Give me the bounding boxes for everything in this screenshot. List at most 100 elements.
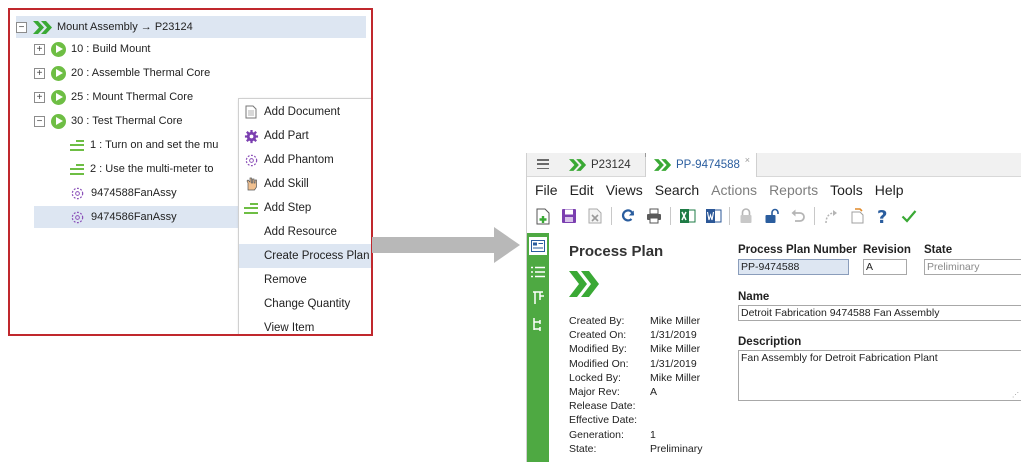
close-tab-icon[interactable]: × bbox=[745, 155, 750, 165]
menu-item-add-resource[interactable]: Add Resource bbox=[239, 220, 371, 244]
excel-export-icon[interactable] bbox=[677, 206, 697, 226]
meta-modified-by: Modified By: Mike Miller bbox=[569, 343, 701, 356]
form-title: Process Plan bbox=[569, 243, 664, 260]
menu-item-add-part[interactable]: Add Part bbox=[239, 124, 371, 148]
operation-label: 20 : Assemble Thermal Core bbox=[71, 67, 211, 79]
phantom-label: 9474586FanAssy bbox=[91, 211, 177, 223]
tree-root-label: Mount Assembly → P23124 bbox=[57, 21, 193, 33]
tab-pp-9474588[interactable]: PP-9474588 × bbox=[645, 153, 757, 177]
collapse-toggle[interactable]: − bbox=[16, 21, 27, 33]
menu-item-add-document[interactable]: Add Document bbox=[239, 100, 371, 124]
tree-operation-row[interactable]: − 30 : Test Thermal Core bbox=[34, 110, 182, 132]
menu-help[interactable]: Help bbox=[875, 182, 904, 198]
state-field[interactable]: Preliminary bbox=[924, 259, 1021, 275]
tree-phantom-row[interactable]: 9474588FanAssy bbox=[70, 182, 177, 204]
tab-label: PP-9474588 bbox=[676, 159, 740, 171]
structure-view-icon[interactable] bbox=[529, 315, 547, 333]
meta-created-by: Created By: Mike Miller bbox=[569, 315, 701, 327]
claim-icon[interactable] bbox=[847, 206, 867, 226]
menu-actions[interactable]: Actions bbox=[711, 182, 757, 198]
pin-corner-icon bbox=[645, 153, 650, 157]
meta-modified-on: Modified On: 1/31/2019 bbox=[569, 357, 697, 370]
resize-grip-icon[interactable]: ⋰ bbox=[1012, 391, 1019, 399]
metadata-list: Created By: Mike Miller Created On: 1/31/2… bbox=[569, 315, 703, 457]
collapse-toggle[interactable]: − bbox=[34, 115, 45, 127]
description-textarea[interactable]: Fan Assembly for Detroit Fabrication Pla… bbox=[738, 350, 1021, 401]
list-view-icon[interactable] bbox=[529, 263, 547, 281]
name-field[interactable]: Detroit Fabrication 9474588 Fan Assembly bbox=[738, 305, 1021, 321]
word-export-icon[interactable] bbox=[703, 206, 723, 226]
step-icon bbox=[70, 139, 84, 151]
form-view-icon[interactable] bbox=[529, 237, 547, 255]
state-label: State bbox=[924, 244, 953, 256]
tree-view-icon[interactable] bbox=[529, 289, 547, 307]
phantom-label: 9474588FanAssy bbox=[91, 187, 177, 199]
tree-operation-row[interactable]: + 20 : Assemble Thermal Core bbox=[34, 62, 210, 84]
process-plan-window: P23124 PP-9474588 × File Edit Views Sear… bbox=[526, 153, 1021, 462]
tab-label: P23124 bbox=[591, 159, 631, 171]
view-sidebar bbox=[527, 233, 549, 462]
revision-field[interactable]: A bbox=[863, 259, 907, 275]
description-text: Fan Assembly for Detroit Fabrication Pla… bbox=[741, 352, 938, 364]
menu-views[interactable]: Views bbox=[606, 182, 643, 198]
tree-operation-row[interactable]: + 25 : Mount Thermal Core bbox=[34, 86, 193, 108]
menu-reports[interactable]: Reports bbox=[769, 182, 818, 198]
description-label: Description bbox=[738, 336, 802, 348]
tab-bar: P23124 PP-9474588 × bbox=[527, 153, 1021, 177]
svg-text:?: ? bbox=[877, 207, 887, 225]
menu-search[interactable]: Search bbox=[655, 182, 699, 198]
meta-state: State: Preliminary bbox=[569, 442, 703, 455]
done-check-icon[interactable] bbox=[899, 206, 919, 226]
expand-toggle[interactable]: + bbox=[34, 67, 45, 79]
menu-item-remove[interactable]: Remove bbox=[239, 268, 371, 292]
tab-p23124[interactable]: P23124 bbox=[569, 153, 631, 177]
expand-toggle[interactable]: + bbox=[34, 91, 45, 103]
operation-label: 30 : Test Thermal Core bbox=[71, 115, 183, 127]
refresh-icon[interactable] bbox=[618, 206, 638, 226]
operation-play-icon bbox=[51, 65, 66, 81]
operation-play-icon bbox=[51, 41, 66, 57]
menu-item-create-process-plan[interactable]: Create Process Plan bbox=[239, 244, 371, 268]
menu-edit[interactable]: Edit bbox=[570, 182, 594, 198]
menu-file[interactable]: File bbox=[535, 182, 558, 198]
context-menu: Add Document Add Part Add Phantom Add Sk… bbox=[238, 98, 371, 334]
lock-icon[interactable] bbox=[736, 206, 756, 226]
meta-generation: Generation: 1 bbox=[569, 428, 656, 441]
menu-item-view-item[interactable]: View Item bbox=[239, 316, 371, 334]
tree-step-row[interactable]: 1 : Turn on and set the mu bbox=[70, 134, 218, 156]
promote-icon[interactable] bbox=[821, 206, 841, 226]
revision-label: Revision bbox=[863, 244, 911, 256]
phantom-gear-icon bbox=[242, 152, 260, 168]
meta-major-rev: Major Rev: A bbox=[569, 385, 658, 398]
process-plan-chevron-logo-icon bbox=[569, 271, 599, 297]
new-icon[interactable] bbox=[533, 206, 553, 226]
expand-toggle[interactable]: + bbox=[34, 43, 45, 55]
skill-hand-icon bbox=[242, 176, 260, 192]
menu-tools[interactable]: Tools bbox=[830, 182, 863, 198]
help-icon[interactable]: ? bbox=[873, 206, 893, 226]
tree-root-row[interactable]: − Mount Assembly → P23124 bbox=[16, 16, 366, 38]
step-icon bbox=[70, 163, 84, 175]
tree-phantom-row-selected[interactable]: 9474586FanAssy bbox=[34, 206, 238, 228]
operation-play-icon bbox=[51, 89, 66, 105]
discard-icon[interactable] bbox=[585, 206, 605, 226]
meta-locked-by: Locked By: Mike Miller bbox=[569, 371, 701, 384]
step-label: 2 : Use the multi-meter to bbox=[90, 163, 214, 175]
chevron-logo-icon bbox=[569, 159, 587, 171]
tree-operation-row[interactable]: + 10 : Build Mount bbox=[34, 38, 151, 60]
part-gear-icon bbox=[242, 128, 260, 144]
print-icon[interactable] bbox=[644, 206, 664, 226]
transition-arrow-icon bbox=[372, 227, 520, 263]
menu-item-add-phantom[interactable]: Add Phantom bbox=[239, 148, 371, 172]
menu-item-change-quantity[interactable]: Change Quantity bbox=[239, 292, 371, 316]
tree-step-row[interactable]: 2 : Use the multi-meter to bbox=[70, 158, 214, 180]
hamburger-menu-icon[interactable] bbox=[537, 159, 549, 169]
meta-effective-date: Effective Date: bbox=[569, 414, 638, 427]
menu-item-add-step[interactable]: Add Step bbox=[239, 196, 371, 220]
undo-icon[interactable] bbox=[788, 206, 808, 226]
menu-item-add-skill[interactable]: Add Skill bbox=[239, 172, 371, 196]
process-plan-number-field[interactable]: PP-9474588 bbox=[738, 259, 849, 275]
save-icon[interactable] bbox=[559, 206, 579, 226]
unlock-icon[interactable] bbox=[762, 206, 782, 226]
step-label: 1 : Turn on and set the mu bbox=[90, 139, 219, 151]
